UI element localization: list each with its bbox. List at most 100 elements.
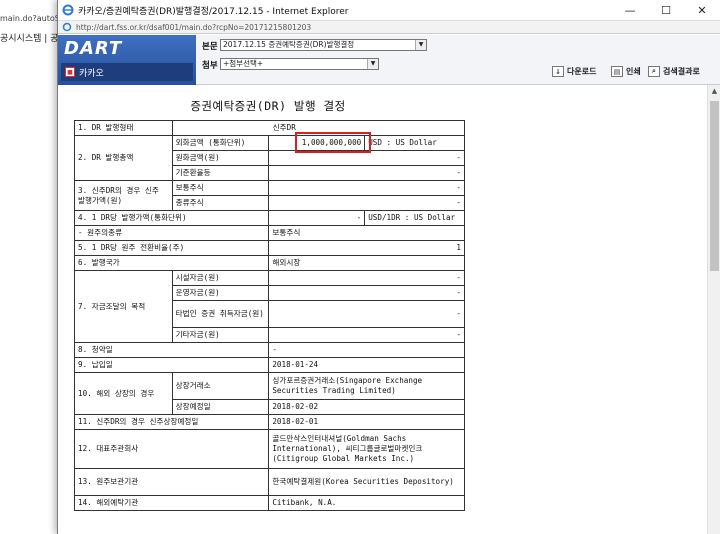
attach-select-value: +첨부선택+ [223, 59, 264, 68]
download-icon: ↓ [552, 66, 564, 77]
row-label: 4. 1 DR당 발행가액(통화단위) [73, 210, 270, 226]
vertical-scrollbar[interactable]: ▲ [707, 85, 720, 534]
company-name: 카카오 [79, 68, 104, 79]
row-value: 보통주식 [268, 225, 465, 241]
table-row: 7. 자금조달의 목적 시설자금(원) - [74, 270, 465, 343]
search-icon: ⌕ [648, 66, 660, 77]
row-sublabel: 원화금액(원) [171, 150, 270, 166]
scroll-thumb[interactable] [710, 101, 719, 271]
row-sublabel: 보통주식 [171, 180, 270, 196]
table-row: 14. 해외예탁기관 Citibank, N.A. [73, 495, 465, 511]
row-label: - 원주의종류 [73, 225, 270, 241]
currency-unit: USD : US Dollar [364, 135, 465, 151]
print-button[interactable]: ▤ 인쇄 [611, 66, 641, 77]
report-table: 1. DR 발행형태 신주DR 2. DR 발행총액 외화금액 (통화단위) 1… [73, 120, 466, 511]
row-sublabel: 타법인 증권 취득자금(원) [171, 300, 270, 328]
row-value: 2018-02-01 [268, 414, 465, 430]
row-sublabel: 상장예정일 [171, 399, 270, 415]
row-value: - [268, 342, 465, 358]
company-icon: ■ [65, 67, 75, 77]
report-toolbar: 본문 2017.12.15 증권예탁증권(DR)발행결정 ▼ 첨부 +첨부선택+… [196, 35, 720, 85]
attach-select[interactable]: +첨부선택+ ▼ [220, 58, 379, 70]
row-label: 5. 1 DR당 원주 전환비율(주) [73, 240, 270, 256]
row-label: 2. DR 발행총액 [74, 135, 173, 181]
row-sublabel: 외화금액 (통화단위) [171, 135, 270, 151]
window-title: 카카오/증권예탁증권(DR)발행결정/2017.12.15 - Internet… [78, 6, 349, 17]
row-value: 싱가포르증권거래소(Singapore Exchange Securities … [268, 372, 465, 400]
row-value: 2018-02-02 [268, 399, 465, 415]
table-row: 3. 신주DR의 경우 신주 발행가액(원) 보통주식 - [74, 180, 465, 211]
row-label: 6. 발행국가 [73, 255, 270, 271]
row-value: - [268, 327, 465, 343]
chevron-down-icon: ▼ [367, 59, 378, 69]
row-value: - [268, 210, 366, 226]
row-value: 신주DR [171, 120, 466, 136]
table-row: 1. DR 발행형태 신주DR [74, 120, 466, 136]
row-label: 9. 납입일 [73, 357, 270, 373]
document-title: 증권예탁증권(DR) 발행 결정 [190, 99, 346, 113]
row-sublabel: 종류주식 [171, 195, 270, 211]
row-label: 12. 대표주관회사 [73, 429, 270, 469]
row-value: - [268, 285, 465, 301]
report-select[interactable]: 2017.12.15 증권예탁증권(DR)발행결정 ▼ [220, 39, 427, 51]
download-button[interactable]: ↓ 다운로드 [552, 66, 596, 77]
search-results-button[interactable]: ⌕ 검색결과로 [648, 66, 700, 77]
row-value: 해외시장 [268, 255, 465, 271]
row-label: 3. 신주DR의 경우 신주 발행가액(원) [74, 180, 173, 211]
logo-panel: DART ■ 카카오 [58, 35, 196, 85]
row-label: 8. 청약일 [73, 342, 270, 358]
report-select-value: 2017.12.15 증권예탁증권(DR)발행결정 [223, 40, 355, 49]
row-value: - [268, 180, 465, 196]
row-value: Citibank, N.A. [268, 495, 465, 511]
ie-window: 카카오/증권예탁증권(DR)발행결정/2017.12.15 - Internet… [57, 0, 720, 534]
row-value: 1 [268, 240, 465, 256]
row-value: - [268, 150, 465, 166]
row-sublabel: 기준환율등 [171, 165, 270, 181]
report-label: 본문 [202, 42, 218, 52]
scroll-up-icon[interactable]: ▲ [708, 85, 720, 98]
table-row: 8. 청약일 - [73, 342, 465, 358]
row-value: - [268, 195, 465, 211]
table-row: 4. 1 DR당 발행가액(통화단위) - USD/1DR : US Dolla… [73, 210, 465, 226]
page-icon [62, 22, 72, 32]
table-row: 10. 해외 상장의 경우 상장거래소 싱가포르증권거래소(Singapore … [74, 372, 465, 415]
row-value: 2018-01-24 [268, 357, 465, 373]
table-row: 12. 대표주관회사 골드만삭스인터내셔널(Goldman Sachs Inte… [73, 429, 465, 469]
row-value: 한국예탁결제원(Korea Securities Depository) [268, 468, 465, 496]
table-row: 6. 발행국가 해외시장 [73, 255, 465, 271]
row-label: 11. 신주DR의 경우 신주상장예정일 [73, 414, 270, 430]
row-sublabel: 기타자금(원) [171, 327, 270, 343]
search-results-label: 검색결과로 [663, 67, 700, 76]
print-icon: ▤ [611, 66, 623, 77]
row-sublabel: 상장거래소 [171, 372, 270, 400]
row-label: 14. 해외예탁기관 [73, 495, 270, 511]
dart-header: DART ■ 카카오 본문 2017.12.15 증권예탁증권(DR)발행결정 … [58, 35, 720, 85]
row-sublabel: 운영자금(원) [171, 285, 270, 301]
table-row: 9. 납입일 2018-01-24 [73, 357, 465, 373]
company-bar: ■ 카카오 [61, 63, 193, 81]
row-label: 1. DR 발행형태 [74, 120, 173, 136]
print-label: 인쇄 [626, 67, 641, 76]
highlighted-amount: 1,000,000,000 [268, 135, 366, 151]
table-row: 11. 신주DR의 경우 신주상장예정일 2018-02-01 [73, 414, 465, 430]
row-label: 13. 원주보관기관 [73, 468, 270, 496]
table-row: 13. 원주보관기관 한국예탁결제원(Korea Securities Depo… [73, 468, 465, 496]
row-value: - [268, 270, 465, 286]
dart-logo[interactable]: DART [64, 38, 122, 59]
url-text[interactable]: http://dart.fss.or.kr/dsaf001/main.do?rc… [76, 23, 311, 32]
table-row: 2. DR 발행총액 외화금액 (통화단위) 1,000,000,000 USD… [74, 135, 465, 181]
attach-label: 첨부 [202, 61, 218, 71]
table-row: 5. 1 DR당 원주 전환비율(주) 1 [73, 240, 465, 256]
row-value: - [268, 300, 465, 328]
title-bar[interactable]: 카카오/증권예탁증권(DR)발행결정/2017.12.15 - Internet… [58, 0, 720, 20]
download-label: 다운로드 [567, 67, 597, 76]
row-sublabel: 시설자금(원) [171, 270, 270, 286]
close-button[interactable]: ✕ [684, 0, 720, 20]
chevron-down-icon: ▼ [415, 40, 426, 50]
row-value: 골드만삭스인터내셔널(Goldman Sachs International),… [268, 429, 465, 469]
minimize-button[interactable]: — [612, 0, 648, 20]
address-bar[interactable]: http://dart.fss.or.kr/dsaf001/main.do?rc… [58, 20, 720, 34]
document-content: 증권예탁증권(DR) 발행 결정 1. DR 발행형태 신주DR 2. DR 발… [58, 85, 708, 534]
maximize-button[interactable]: ☐ [648, 0, 684, 20]
row-label: 10. 해외 상장의 경우 [74, 372, 173, 415]
